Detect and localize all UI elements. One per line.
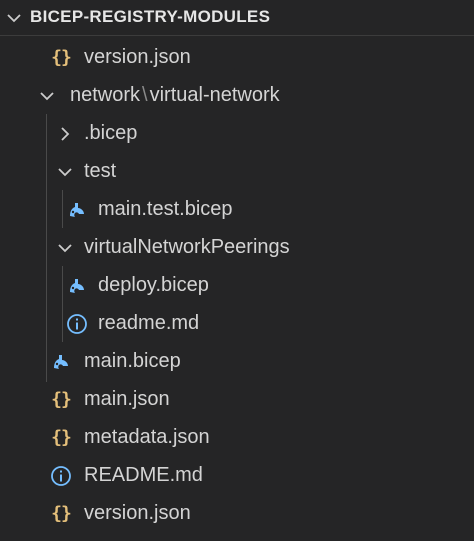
json-icon: {} bbox=[51, 427, 72, 448]
folder-name-part: network bbox=[70, 84, 141, 106]
tree-item-label: readme.md bbox=[98, 312, 200, 334]
tree-item-file[interactable]: {} main.json bbox=[0, 380, 474, 418]
tree-item-label: .bicep bbox=[84, 122, 138, 144]
tree-item-file[interactable]: main.bicep bbox=[0, 342, 474, 380]
tree-item-label: metadata.json bbox=[84, 426, 210, 448]
folder-name-part: virtual-network bbox=[149, 84, 280, 106]
json-icon: {} bbox=[51, 503, 72, 524]
tree-item-file[interactable]: main.test.bicep bbox=[0, 190, 474, 228]
tree-item-file[interactable]: readme.md bbox=[0, 304, 474, 342]
tree-item-file[interactable]: {} version.json bbox=[0, 494, 474, 532]
tree-item-folder[interactable]: virtualNetworkPeerings bbox=[0, 228, 474, 266]
tree-item-label: version.json bbox=[84, 46, 191, 68]
tree-item-label: main.test.bicep bbox=[98, 198, 233, 220]
json-icon: {} bbox=[51, 389, 72, 410]
tree-item-label: deploy.bicep bbox=[98, 274, 209, 296]
chevron-down-icon[interactable] bbox=[36, 85, 58, 107]
explorer-panel: BICEP-REGISTRY-MODULES {} version.json n… bbox=[0, 0, 474, 541]
tree-item-file[interactable]: {} version.json bbox=[0, 38, 474, 76]
tree-item-file[interactable]: deploy.bicep bbox=[0, 266, 474, 304]
bicep-icon bbox=[50, 351, 72, 373]
bicep-icon bbox=[66, 199, 88, 221]
tree-item-label: virtualNetworkPeerings bbox=[84, 236, 290, 258]
chevron-right-icon[interactable] bbox=[54, 123, 76, 145]
tree-item-folder[interactable]: .bicep bbox=[0, 114, 474, 152]
info-icon bbox=[50, 465, 72, 487]
path-separator: \ bbox=[142, 84, 148, 106]
tree-item-label: test bbox=[84, 160, 117, 182]
chevron-down-icon[interactable] bbox=[54, 237, 76, 259]
chevron-down-icon[interactable] bbox=[4, 8, 24, 28]
json-icon: {} bbox=[51, 47, 72, 68]
bicep-icon bbox=[66, 275, 88, 297]
tree-item-folder[interactable]: test bbox=[0, 152, 474, 190]
tree-item-label: README.md bbox=[84, 464, 203, 486]
workspace-title: BICEP-REGISTRY-MODULES bbox=[30, 7, 271, 26]
chevron-down-icon[interactable] bbox=[54, 161, 76, 183]
tree-item-label: version.json bbox=[84, 502, 191, 524]
info-icon bbox=[66, 313, 88, 335]
tree-item-label: main.json bbox=[84, 388, 170, 410]
tree-item-label: network \ virtual-network bbox=[70, 84, 280, 107]
explorer-section-header[interactable]: BICEP-REGISTRY-MODULES bbox=[0, 0, 474, 36]
tree-item-file[interactable]: {} metadata.json bbox=[0, 418, 474, 456]
tree-item-folder[interactable]: network \ virtual-network bbox=[0, 76, 474, 114]
tree-item-label: main.bicep bbox=[84, 350, 181, 372]
tree-item-file[interactable]: README.md bbox=[0, 456, 474, 494]
